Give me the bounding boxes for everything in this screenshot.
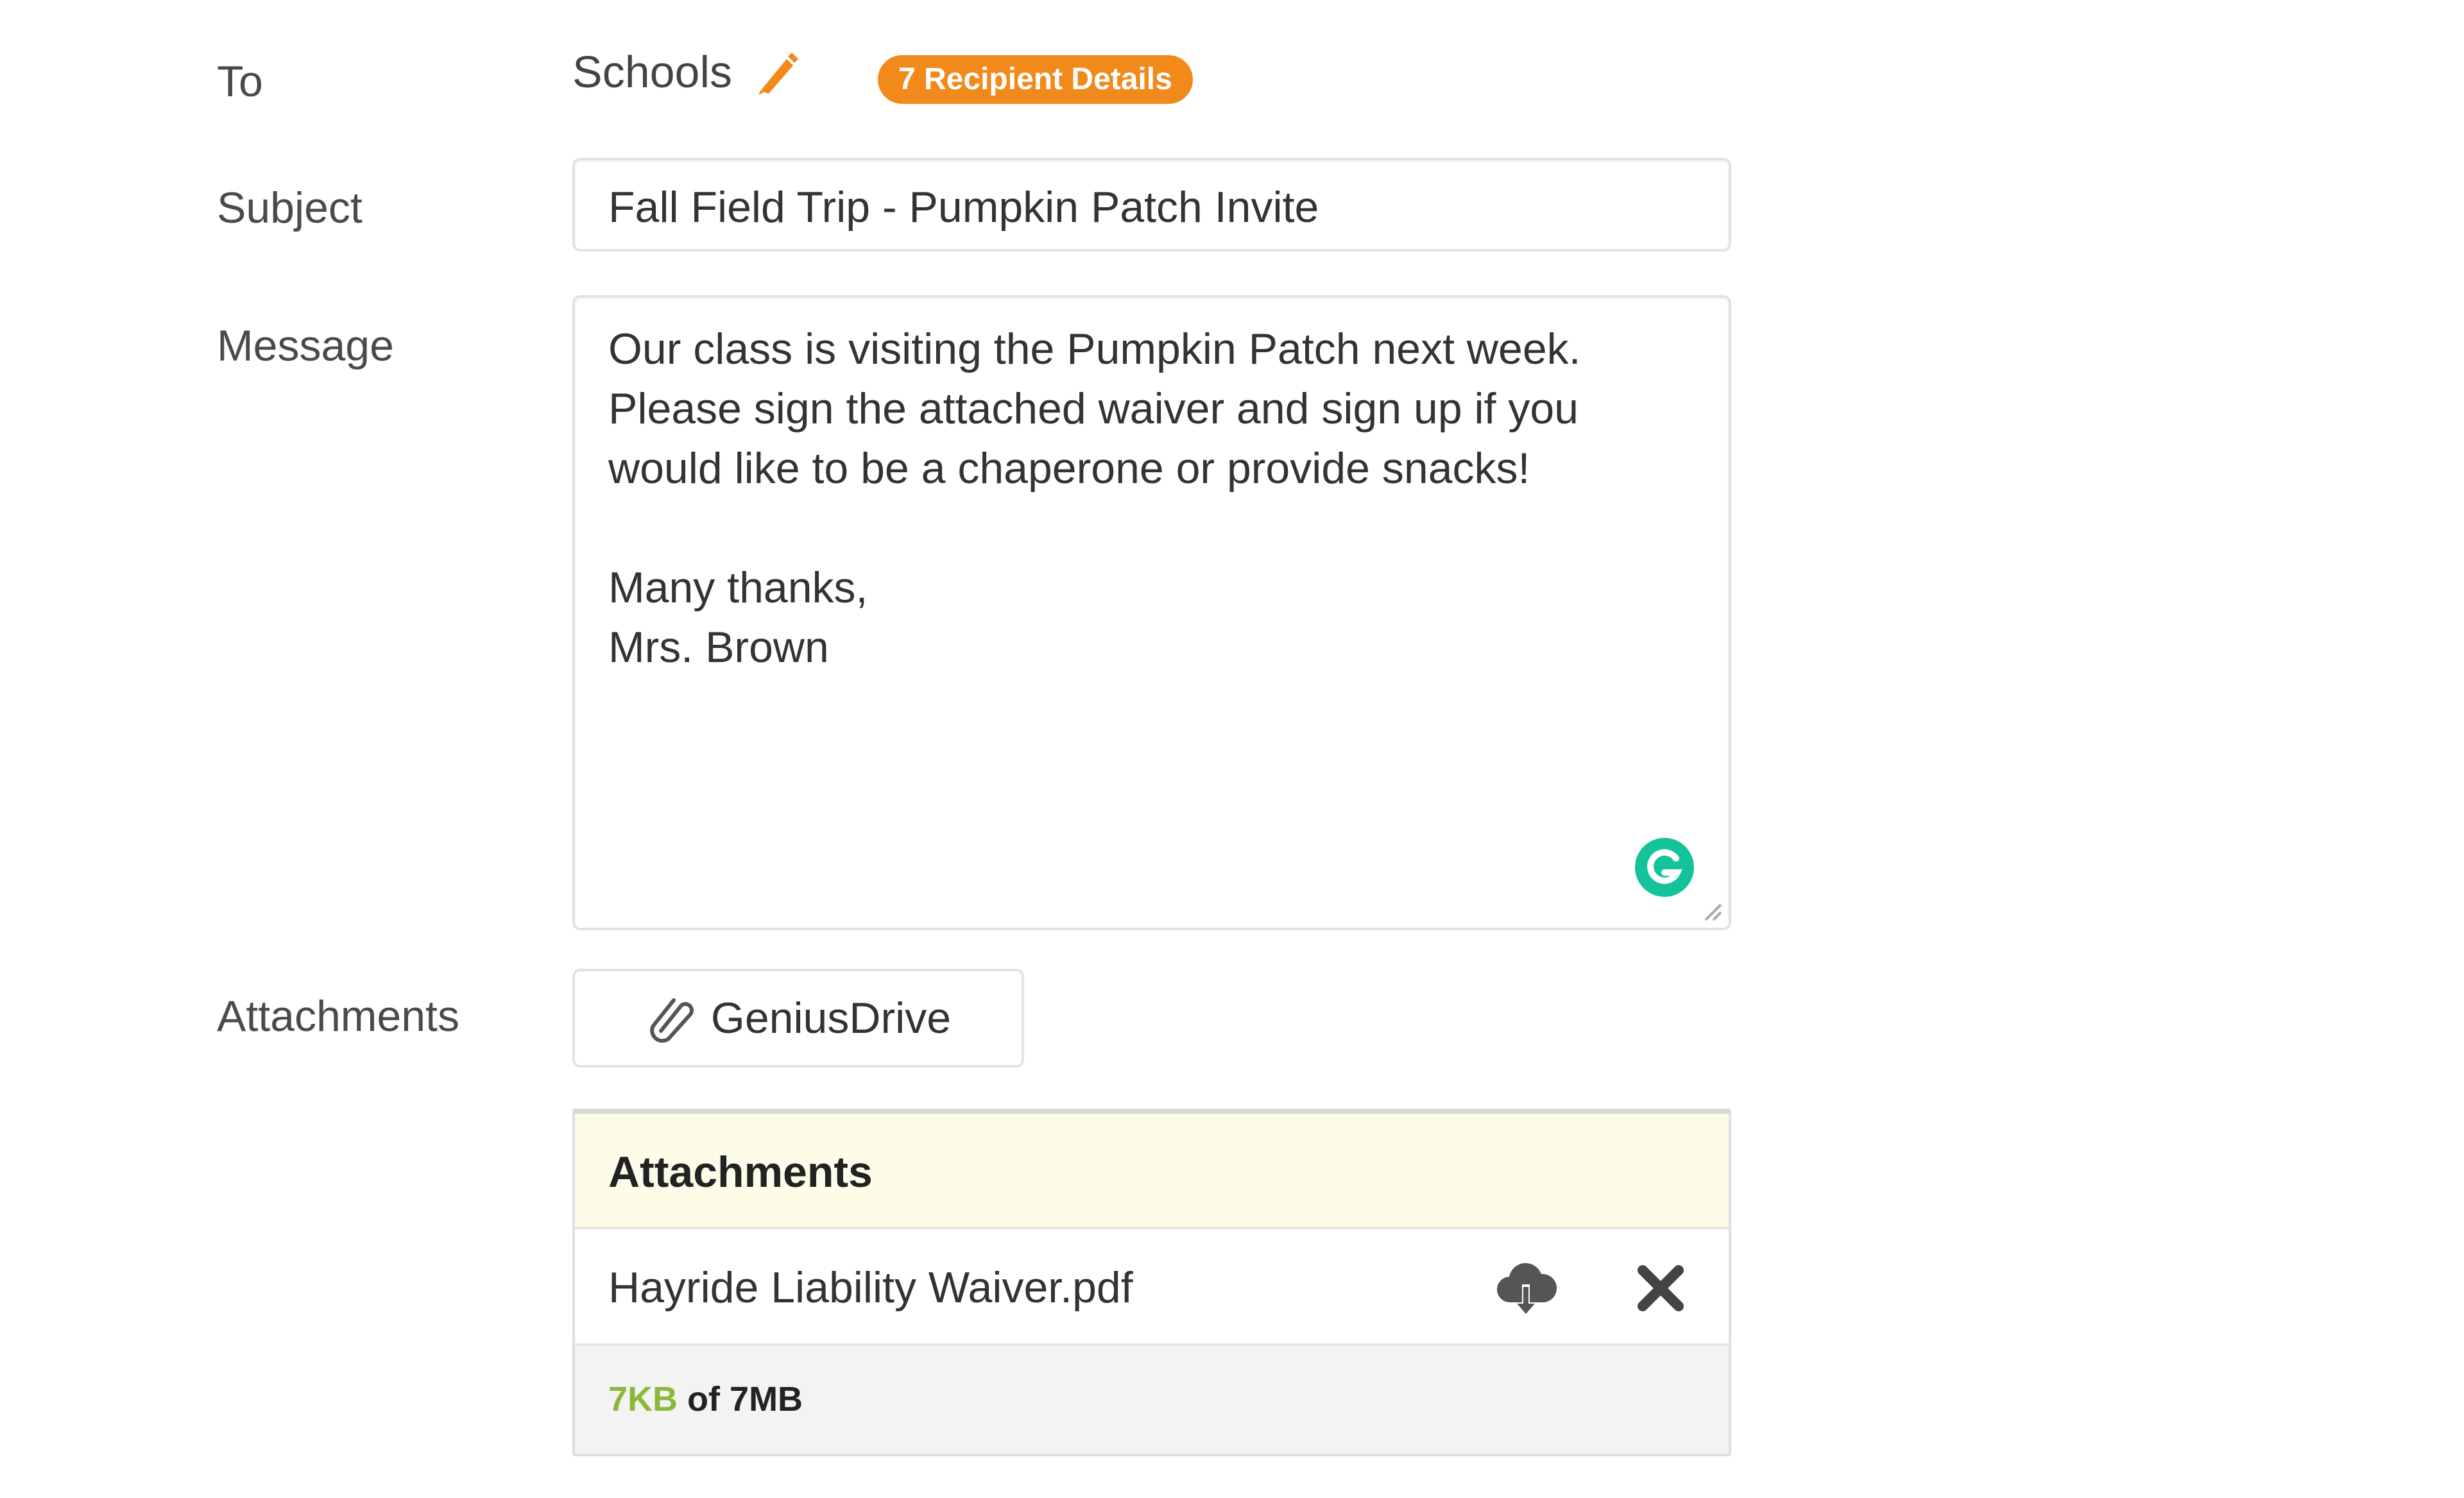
message-body: Our class is visiting the Pumpkin Patch … (608, 319, 1667, 677)
message-line: Please sign the attached waiver and sign… (608, 384, 1579, 433)
message-textarea[interactable]: Our class is visiting the Pumpkin Patch … (572, 295, 1731, 930)
attachment-row: Hayride Liability Waiver.pdf (575, 1229, 1729, 1346)
storage-of-text: of (687, 1380, 721, 1418)
storage-used: 7KB (608, 1380, 678, 1418)
recipients-value: Schools (572, 47, 733, 97)
recipient-details-badge[interactable]: 7 Recipient Details (878, 55, 1193, 104)
pencil-icon[interactable] (751, 46, 802, 98)
subject-input-value: Fall Field Trip - Pumpkin Patch Invite (608, 183, 1319, 232)
geniusdrive-button[interactable]: GeniusDrive (572, 969, 1024, 1068)
to-label: To (217, 57, 263, 106)
resize-handle-icon[interactable] (1700, 899, 1724, 923)
storage-usage-row: 7KB of 7MB (575, 1346, 1729, 1454)
close-icon[interactable] (1635, 1263, 1686, 1314)
storage-limit: 7MB (730, 1380, 803, 1418)
subject-label: Subject (217, 183, 363, 232)
storage-usage: 7KB of 7MB (608, 1379, 803, 1419)
attachment-filename: Hayride Liability Waiver.pdf (608, 1263, 1133, 1312)
subject-input[interactable]: Fall Field Trip - Pumpkin Patch Invite (572, 158, 1731, 251)
grammarly-icon[interactable] (1634, 837, 1695, 898)
attachments-panel-header: Attachments (575, 1114, 1729, 1229)
message-blank-line (608, 498, 1667, 558)
message-line: Our class is visiting the Pumpkin Patch … (608, 325, 1581, 373)
geniusdrive-button-label: GeniusDrive (710, 994, 952, 1043)
attachments-panel-title: Attachments (608, 1148, 873, 1196)
attachments-panel: Attachments Hayride Liability Waiver.pdf… (572, 1109, 1731, 1456)
message-line: would like to be a chaperone or provide … (608, 444, 1530, 493)
message-line: Many thanks, (608, 563, 868, 612)
attachments-label: Attachments (217, 992, 459, 1041)
paperclip-icon (650, 998, 694, 1043)
message-label: Message (217, 321, 394, 370)
cloud-download-icon[interactable] (1493, 1259, 1559, 1320)
message-line: Mrs. Brown (608, 623, 829, 672)
